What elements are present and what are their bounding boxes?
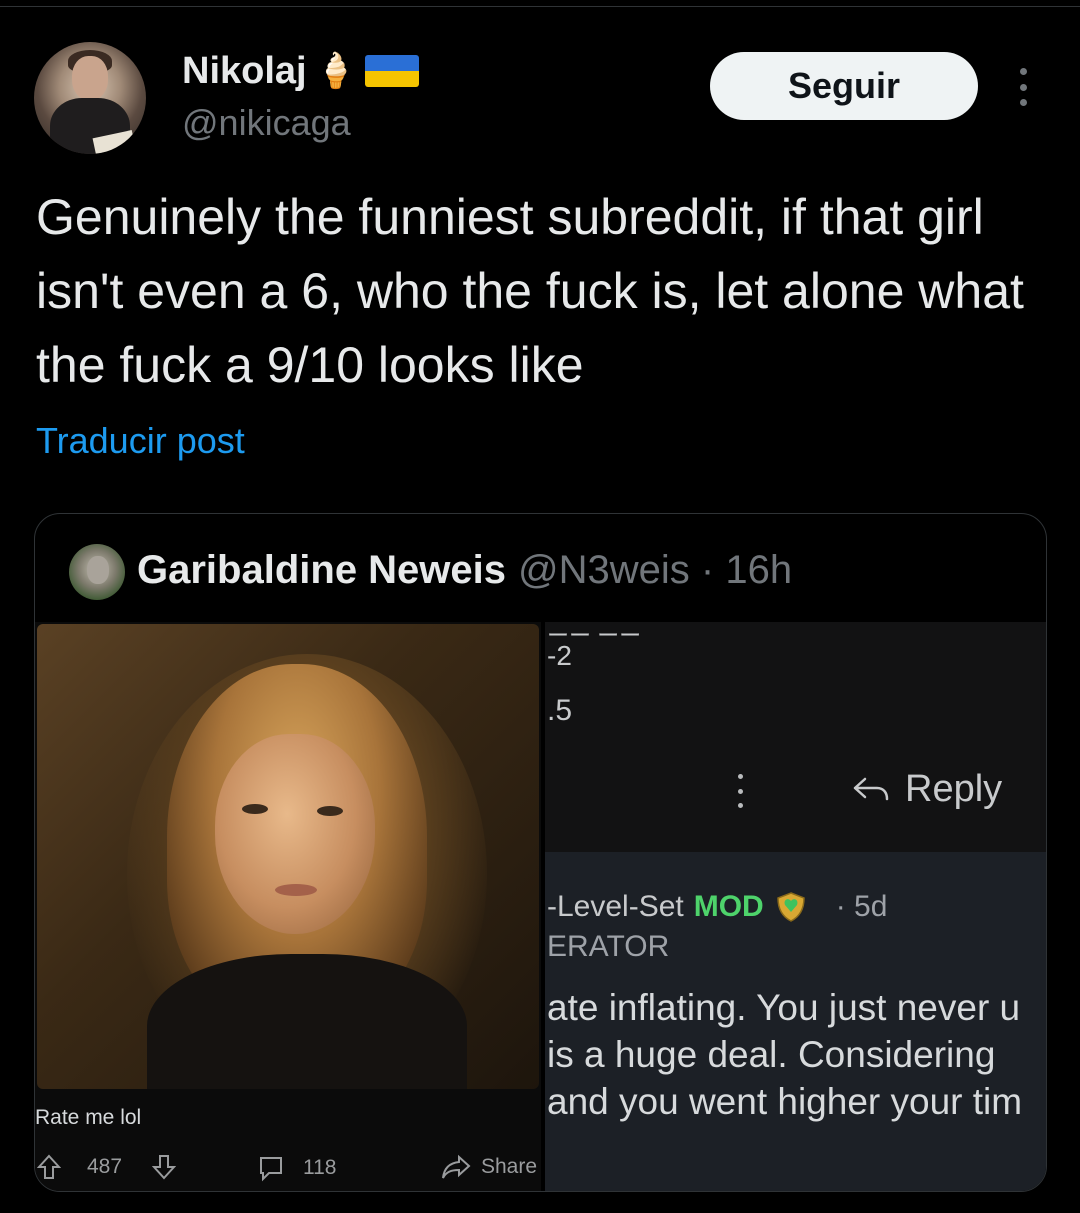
- reddit-post-screenshot: Rate me lol 487 118 Share: [35, 622, 541, 1191]
- cropped-text-2: -2: [547, 640, 572, 671]
- mod-badge: MOD: [693, 890, 764, 923]
- tweet-text: Genuinely the funniest subreddit, if tha…: [36, 189, 1024, 393]
- author-avatar[interactable]: [34, 42, 146, 154]
- upvote-count: 487: [87, 1155, 123, 1178]
- follow-button[interactable]: Seguir: [710, 52, 978, 120]
- mod-shield-icon: [776, 892, 805, 922]
- comment-top-section: ーー ーー -2 .5 Reply: [545, 622, 1046, 852]
- upvote-icon: [37, 1154, 61, 1179]
- user-flair: ERATOR: [547, 930, 670, 963]
- top-divider: [0, 6, 1080, 7]
- comment-icon: [260, 1157, 282, 1182]
- comment-username: -Level-Set: [547, 890, 684, 923]
- more-options-icon[interactable]: [1005, 64, 1041, 110]
- mod-comment: -Level-Set MOD · 5d ERATOR ate inflating…: [545, 852, 1046, 1191]
- share-icon: [442, 1154, 471, 1179]
- comment-count: 118: [303, 1156, 337, 1179]
- share-label: Share: [481, 1155, 538, 1178]
- comment-user-row: -Level-Set MOD · 5d: [547, 890, 887, 924]
- translate-post-link[interactable]: Traducir post: [36, 420, 245, 462]
- cropped-text-3: .5: [547, 694, 573, 727]
- quoted-meta: @N3weis · 16h: [518, 548, 793, 592]
- reply-button: Reply: [851, 768, 1002, 811]
- author-name[interactable]: Nikolaj: [182, 50, 307, 93]
- reply-arrow-icon: [853, 777, 889, 800]
- comment-line-3: and you went higher your tim: [547, 1081, 1023, 1122]
- quoted-header: Garibaldine Neweis @N3weis · 16h: [137, 548, 792, 593]
- comment-line-2: is a huge deal. Considering: [547, 1034, 996, 1075]
- quoted-post[interactable]: Garibaldine Neweis @N3weis · 16h Rate me…: [34, 513, 1047, 1192]
- quoted-author-name: Garibaldine Neweis: [137, 548, 507, 592]
- portrait-photo: [37, 624, 539, 1089]
- reply-label: Reply: [905, 768, 1003, 810]
- post-caption: Rate me lol: [35, 1106, 142, 1129]
- downvote-icon: [152, 1155, 177, 1180]
- comment-age: · 5d: [835, 890, 888, 923]
- author-name-row: Nikolaj 🍦: [182, 48, 419, 94]
- reddit-comments-screenshot: ーー ーー -2 .5 Reply -Level-Set MOD · 5d ER…: [541, 622, 1046, 1191]
- comment-more-icon: [735, 774, 745, 808]
- author-handle[interactable]: @nikicaga: [182, 102, 351, 144]
- quoted-author-avatar: [69, 544, 125, 600]
- ukraine-flag-icon: [364, 55, 419, 87]
- post-actions: 487 118 Share: [35, 1154, 541, 1186]
- comment-body: ate inflating. You just never u is a hug…: [547, 984, 1046, 1125]
- comment-line-1: ate inflating. You just never u: [547, 987, 1021, 1028]
- ice-cream-icon: 🍦: [314, 52, 357, 90]
